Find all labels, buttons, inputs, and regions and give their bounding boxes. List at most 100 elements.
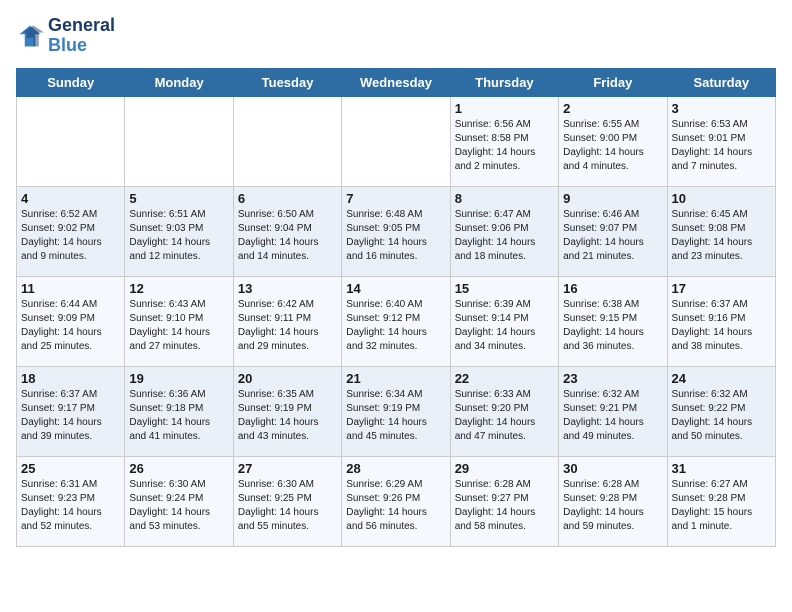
calendar-cell: 17 Sunrise: 6:37 AM Sunset: 9:16 PM Dayli… [667, 276, 775, 366]
logo: General Blue [16, 16, 115, 56]
calendar-cell [17, 96, 125, 186]
day-info: Sunrise: 6:51 AM Sunset: 9:03 PM Dayligh… [129, 208, 228, 264]
day-number: 13 [238, 281, 337, 296]
calendar-cell: 14 Sunrise: 6:40 AM Sunset: 9:12 PM Dayli… [342, 276, 450, 366]
day-info: Sunrise: 6:32 AM Sunset: 9:22 PM Dayligh… [672, 388, 771, 444]
day-number: 18 [21, 371, 120, 386]
day-info: Sunrise: 6:28 AM Sunset: 9:27 PM Dayligh… [455, 478, 554, 534]
day-info: Sunrise: 6:42 AM Sunset: 9:11 PM Dayligh… [238, 298, 337, 354]
day-info: Sunrise: 6:39 AM Sunset: 9:14 PM Dayligh… [455, 298, 554, 354]
calendar-week-row: 11 Sunrise: 6:44 AM Sunset: 9:09 PM Dayli… [17, 276, 776, 366]
day-number: 19 [129, 371, 228, 386]
calendar-cell: 6Sunrise: 6:50 AM Sunset: 9:04 PM Daylig… [233, 186, 341, 276]
day-info: Sunrise: 6:28 AM Sunset: 9:28 PM Dayligh… [563, 478, 662, 534]
calendar-table: SundayMondayTuesdayWednesdayThursdayFrid… [16, 68, 776, 547]
weekday-header-cell: Monday [125, 68, 233, 96]
day-number: 6 [238, 191, 337, 206]
calendar-cell: 28 Sunrise: 6:29 AM Sunset: 9:26 PM Dayli… [342, 456, 450, 546]
day-info: Sunrise: 6:52 AM Sunset: 9:02 PM Dayligh… [21, 208, 120, 264]
weekday-header-cell: Tuesday [233, 68, 341, 96]
day-info: Sunrise: 6:30 AM Sunset: 9:25 PM Dayligh… [238, 478, 337, 534]
day-info: Sunrise: 6:32 AM Sunset: 9:21 PM Dayligh… [563, 388, 662, 444]
day-info: Sunrise: 6:38 AM Sunset: 9:15 PM Dayligh… [563, 298, 662, 354]
day-info: Sunrise: 6:46 AM Sunset: 9:07 PM Dayligh… [563, 208, 662, 264]
calendar-cell: 24 Sunrise: 6:32 AM Sunset: 9:22 PM Dayli… [667, 366, 775, 456]
day-info: Sunrise: 6:56 AM Sunset: 8:58 PM Dayligh… [455, 118, 554, 174]
calendar-cell: 25 Sunrise: 6:31 AM Sunset: 9:23 PM Dayli… [17, 456, 125, 546]
calendar-cell: 12 Sunrise: 6:43 AM Sunset: 9:10 PM Dayli… [125, 276, 233, 366]
calendar-cell: 5 Sunrise: 6:51 AM Sunset: 9:03 PM Daylig… [125, 186, 233, 276]
day-info: Sunrise: 6:47 AM Sunset: 9:06 PM Dayligh… [455, 208, 554, 264]
day-number: 21 [346, 371, 445, 386]
day-number: 16 [563, 281, 662, 296]
day-number: 7 [346, 191, 445, 206]
day-info: Sunrise: 6:44 AM Sunset: 9:09 PM Dayligh… [21, 298, 120, 354]
calendar-cell: 7Sunrise: 6:48 AM Sunset: 9:05 PM Daylig… [342, 186, 450, 276]
day-info: Sunrise: 6:30 AM Sunset: 9:24 PM Dayligh… [129, 478, 228, 534]
weekday-header-cell: Saturday [667, 68, 775, 96]
calendar-cell: 21Sunrise: 6:34 AM Sunset: 9:19 PM Dayli… [342, 366, 450, 456]
calendar-week-row: 4 Sunrise: 6:52 AM Sunset: 9:02 PM Daylig… [17, 186, 776, 276]
day-info: Sunrise: 6:37 AM Sunset: 9:17 PM Dayligh… [21, 388, 120, 444]
calendar-cell: 18 Sunrise: 6:37 AM Sunset: 9:17 PM Dayli… [17, 366, 125, 456]
day-number: 15 [455, 281, 554, 296]
day-info: Sunrise: 6:37 AM Sunset: 9:16 PM Dayligh… [672, 298, 771, 354]
calendar-cell: 22Sunrise: 6:33 AM Sunset: 9:20 PM Dayli… [450, 366, 558, 456]
calendar-cell: 13 Sunrise: 6:42 AM Sunset: 9:11 PM Dayli… [233, 276, 341, 366]
day-number: 26 [129, 461, 228, 476]
weekday-header-cell: Wednesday [342, 68, 450, 96]
calendar-cell: 15 Sunrise: 6:39 AM Sunset: 9:14 PM Dayli… [450, 276, 558, 366]
calendar-week-row: 1 Sunrise: 6:56 AM Sunset: 8:58 PM Daylig… [17, 96, 776, 186]
day-number: 2 [563, 101, 662, 116]
day-number: 17 [672, 281, 771, 296]
day-number: 5 [129, 191, 228, 206]
calendar-cell [342, 96, 450, 186]
day-number: 25 [21, 461, 120, 476]
calendar-body: 1 Sunrise: 6:56 AM Sunset: 8:58 PM Daylig… [17, 96, 776, 546]
day-number: 9 [563, 191, 662, 206]
calendar-cell: 27Sunrise: 6:30 AM Sunset: 9:25 PM Dayli… [233, 456, 341, 546]
weekday-header-cell: Thursday [450, 68, 558, 96]
day-number: 12 [129, 281, 228, 296]
weekday-header-row: SundayMondayTuesdayWednesdayThursdayFrid… [17, 68, 776, 96]
weekday-header-cell: Sunday [17, 68, 125, 96]
day-info: Sunrise: 6:53 AM Sunset: 9:01 PM Dayligh… [672, 118, 771, 174]
day-number: 1 [455, 101, 554, 116]
weekday-header-cell: Friday [559, 68, 667, 96]
calendar-cell: 4 Sunrise: 6:52 AM Sunset: 9:02 PM Daylig… [17, 186, 125, 276]
calendar-cell: 11 Sunrise: 6:44 AM Sunset: 9:09 PM Dayli… [17, 276, 125, 366]
day-number: 4 [21, 191, 120, 206]
calendar-cell: 30 Sunrise: 6:28 AM Sunset: 9:28 PM Dayli… [559, 456, 667, 546]
calendar-week-row: 25 Sunrise: 6:31 AM Sunset: 9:23 PM Dayli… [17, 456, 776, 546]
day-number: 10 [672, 191, 771, 206]
day-number: 31 [672, 461, 771, 476]
day-info: Sunrise: 6:36 AM Sunset: 9:18 PM Dayligh… [129, 388, 228, 444]
calendar-cell: 23 Sunrise: 6:32 AM Sunset: 9:21 PM Dayli… [559, 366, 667, 456]
calendar-cell: 20 Sunrise: 6:35 AM Sunset: 9:19 PM Dayli… [233, 366, 341, 456]
day-number: 3 [672, 101, 771, 116]
calendar-cell: 16 Sunrise: 6:38 AM Sunset: 9:15 PM Dayli… [559, 276, 667, 366]
day-info: Sunrise: 6:40 AM Sunset: 9:12 PM Dayligh… [346, 298, 445, 354]
calendar-cell: 19 Sunrise: 6:36 AM Sunset: 9:18 PM Dayli… [125, 366, 233, 456]
calendar-cell: 31 Sunrise: 6:27 AM Sunset: 9:28 PM Dayli… [667, 456, 775, 546]
day-number: 30 [563, 461, 662, 476]
day-number: 29 [455, 461, 554, 476]
day-info: Sunrise: 6:43 AM Sunset: 9:10 PM Dayligh… [129, 298, 228, 354]
day-info: Sunrise: 6:35 AM Sunset: 9:19 PM Dayligh… [238, 388, 337, 444]
day-number: 23 [563, 371, 662, 386]
calendar-cell: 8 Sunrise: 6:47 AM Sunset: 9:06 PM Daylig… [450, 186, 558, 276]
day-number: 11 [21, 281, 120, 296]
day-info: Sunrise: 6:27 AM Sunset: 9:28 PM Dayligh… [672, 478, 771, 534]
calendar-cell: 26 Sunrise: 6:30 AM Sunset: 9:24 PM Dayli… [125, 456, 233, 546]
day-number: 8 [455, 191, 554, 206]
day-number: 28 [346, 461, 445, 476]
day-number: 24 [672, 371, 771, 386]
day-number: 14 [346, 281, 445, 296]
day-info: Sunrise: 6:33 AM Sunset: 9:20 PM Dayligh… [455, 388, 554, 444]
day-info: Sunrise: 6:31 AM Sunset: 9:23 PM Dayligh… [21, 478, 120, 534]
calendar-cell: 10Sunrise: 6:45 AM Sunset: 9:08 PM Dayli… [667, 186, 775, 276]
day-info: Sunrise: 6:29 AM Sunset: 9:26 PM Dayligh… [346, 478, 445, 534]
day-info: Sunrise: 6:55 AM Sunset: 9:00 PM Dayligh… [563, 118, 662, 174]
calendar-cell: 29 Sunrise: 6:28 AM Sunset: 9:27 PM Dayli… [450, 456, 558, 546]
day-number: 20 [238, 371, 337, 386]
